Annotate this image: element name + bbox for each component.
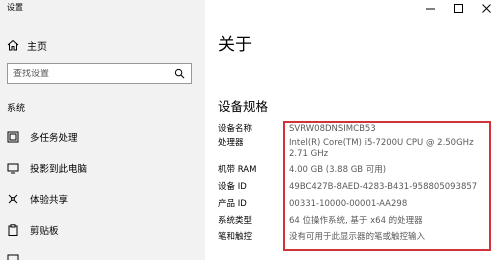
maximize-icon: [453, 3, 463, 13]
search-input[interactable]: [13, 68, 174, 79]
sidebar-item-project[interactable]: 投影到此电脑: [7, 160, 87, 176]
sidebar: 设置 主页 系统 多任务处理 投影到此电脑 体验共享 剪贴板: [0, 0, 205, 260]
sidebar-item-multitasking[interactable]: 多任务处理: [7, 129, 78, 145]
highlight-box: [283, 121, 491, 251]
sidebar-item-home[interactable]: 主页: [7, 38, 47, 53]
sidebar-item-label: 主页: [27, 41, 47, 53]
sidebar-item-label: 剪贴板: [30, 226, 59, 237]
spec-key: 系统类型: [218, 216, 253, 226]
project-icon: [7, 163, 19, 174]
minimize-icon: [425, 8, 435, 9]
sidebar-item-clipboard[interactable]: 剪贴板: [7, 222, 59, 238]
spec-key: 产品 ID: [218, 199, 247, 209]
sidebar-item-label: 体验共享: [30, 195, 69, 206]
spec-key: 设备名称: [218, 124, 253, 134]
window-controls: [416, 0, 500, 16]
spec-key: 设备 ID: [218, 182, 247, 192]
sidebar-item-partial[interactable]: [7, 252, 19, 260]
spec-key: 机带 RAM: [218, 165, 257, 175]
shared-experiences-icon: [8, 194, 18, 204]
sidebar-item-shared-experiences[interactable]: 体验共享: [7, 191, 68, 207]
clipboard-icon: [8, 224, 18, 236]
close-icon: [481, 3, 491, 13]
sidebar-item-label: 投影到此电脑: [30, 164, 88, 175]
spec-key: 笔和触控: [218, 232, 253, 242]
search-box[interactable]: [7, 63, 192, 84]
multitasking-icon: [7, 131, 19, 143]
search-icon[interactable]: [174, 68, 185, 79]
maximize-button[interactable]: [444, 0, 472, 16]
minimize-button[interactable]: [416, 0, 444, 16]
close-button[interactable]: [472, 0, 500, 16]
sidebar-item-label: 多任务处理: [30, 133, 78, 144]
home-icon: [7, 39, 19, 51]
section-title: 设备规格: [218, 99, 269, 114]
page-title: 关于: [218, 35, 252, 55]
spec-key: 处理器: [218, 138, 244, 148]
window-title: 设置: [7, 3, 23, 12]
sidebar-section-label: 系统: [7, 104, 26, 114]
generic-icon: [7, 254, 19, 260]
